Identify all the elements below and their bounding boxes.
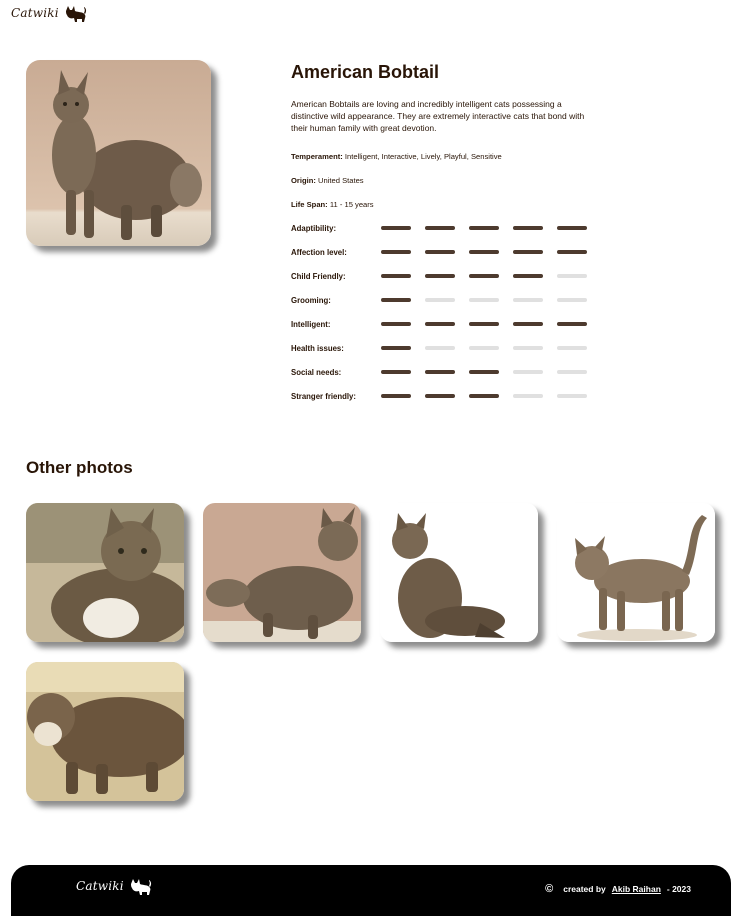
- breed-name: American Bobtail: [291, 62, 440, 82]
- rating-label: Grooming:: [291, 296, 331, 305]
- temperament-row: Temperament: Intelligent, Interactive, L…: [291, 152, 502, 161]
- rating-bar-filled: [469, 250, 499, 254]
- rating-bars: [381, 370, 587, 374]
- rating-bars: [381, 250, 587, 254]
- rating-bars: [381, 226, 587, 230]
- author-link[interactable]: Akib Raihan: [612, 884, 661, 894]
- rating-bar-empty: [425, 298, 455, 302]
- rating-bar-filled: [469, 274, 499, 278]
- rating-bar-empty: [557, 346, 587, 350]
- life-span-value: 11 - 15 years: [329, 200, 374, 209]
- footer-credit: © created by Akib Raihan - 2023: [545, 883, 691, 895]
- created-by-text: created by: [563, 884, 606, 894]
- rating-bar-filled: [381, 298, 411, 302]
- rating-label: Stranger friendly:: [291, 392, 356, 401]
- rating-bar-empty: [557, 298, 587, 302]
- cat-icon: [63, 3, 87, 23]
- rating-row-grooming: Grooming:: [291, 294, 591, 308]
- rating-bar-filled: [513, 274, 543, 278]
- rating-bar-empty: [513, 298, 543, 302]
- rating-bar-filled: [557, 226, 587, 230]
- rating-bar-filled: [469, 226, 499, 230]
- rating-bar-filled: [557, 322, 587, 326]
- rating-bar-filled: [381, 346, 411, 350]
- footer-logo[interactable]: Catwiki: [76, 876, 152, 896]
- rating-row-intelligent: Intelligent:: [291, 318, 591, 332]
- rating-label: Adaptibility:: [291, 224, 337, 233]
- rating-row-health-issues: Health issues:: [291, 342, 591, 356]
- rating-bar-empty: [557, 370, 587, 374]
- life-span-row: Life Span: 11 - 15 years: [291, 200, 374, 209]
- rating-bar-filled: [381, 250, 411, 254]
- rating-bar-filled: [381, 394, 411, 398]
- rating-bar-filled: [425, 250, 455, 254]
- cat-icon: [128, 876, 152, 896]
- footer-logo-text: Catwiki: [76, 879, 124, 893]
- other-photo-2[interactable]: [203, 503, 361, 642]
- rating-bar-empty: [513, 370, 543, 374]
- rating-row-stranger-friendly: Stranger friendly:: [291, 390, 591, 404]
- rating-label: Child Friendly:: [291, 272, 346, 281]
- other-photo-3[interactable]: [380, 503, 538, 642]
- rating-bar-filled: [381, 322, 411, 326]
- rating-bar-filled: [381, 274, 411, 278]
- rating-bar-filled: [381, 370, 411, 374]
- rating-bar-empty: [513, 346, 543, 350]
- other-photo-5[interactable]: [26, 662, 184, 801]
- rating-bar-filled: [425, 322, 455, 326]
- rating-bar-filled: [425, 394, 455, 398]
- breed-description: American Bobtails are loving and incredi…: [291, 99, 585, 133]
- other-photos-title: Other photos: [26, 458, 133, 477]
- rating-label: Social needs:: [291, 368, 342, 377]
- other-photo-4[interactable]: [557, 503, 715, 642]
- breed-main-photo: [26, 60, 211, 246]
- rating-bars: [381, 274, 587, 278]
- rating-bar-filled: [513, 226, 543, 230]
- copyright-icon: ©: [545, 883, 554, 895]
- rating-bar-filled: [381, 226, 411, 230]
- rating-bars: [381, 346, 587, 350]
- rating-bar-filled: [425, 370, 455, 374]
- footer-year: - 2023: [666, 884, 691, 894]
- rating-bars: [381, 322, 587, 326]
- rating-bars: [381, 394, 587, 398]
- rating-bar-filled: [513, 250, 543, 254]
- rating-bars: [381, 298, 587, 302]
- life-span-label: Life Span:: [291, 200, 328, 209]
- rating-row-social-needs: Social needs:: [291, 366, 591, 380]
- temperament-label: Temperament:: [291, 152, 343, 161]
- rating-bar-empty: [557, 394, 587, 398]
- rating-label: Health issues:: [291, 344, 344, 353]
- rating-bar-filled: [557, 250, 587, 254]
- rating-row-adaptibility: Adaptibility:: [291, 222, 591, 236]
- rating-bar-empty: [469, 298, 499, 302]
- rating-bar-filled: [469, 394, 499, 398]
- temperament-value: Intelligent, Interactive, Lively, Playfu…: [344, 152, 502, 161]
- rating-label: Affection level:: [291, 248, 347, 257]
- rating-bar-filled: [513, 322, 543, 326]
- rating-bar-filled: [469, 322, 499, 326]
- origin-label: Origin:: [291, 176, 316, 185]
- rating-label: Intelligent:: [291, 320, 331, 329]
- rating-bar-empty: [425, 346, 455, 350]
- rating-bar-filled: [469, 370, 499, 374]
- rating-bar-empty: [557, 274, 587, 278]
- origin-value: United States: [318, 176, 364, 185]
- other-photo-1[interactable]: [26, 503, 184, 642]
- rating-bar-empty: [513, 394, 543, 398]
- logo-text: Catwiki: [11, 6, 59, 20]
- rating-row-affection-level: Affection level:: [291, 246, 591, 260]
- origin-row: Origin: United States: [291, 176, 364, 185]
- rating-bar-filled: [425, 226, 455, 230]
- rating-row-child-friendly: Child Friendly:: [291, 270, 591, 284]
- footer: Catwiki © created by Akib Raihan - 2023: [11, 865, 731, 916]
- header-logo[interactable]: Catwiki: [11, 3, 87, 23]
- rating-bar-filled: [425, 274, 455, 278]
- rating-bar-empty: [469, 346, 499, 350]
